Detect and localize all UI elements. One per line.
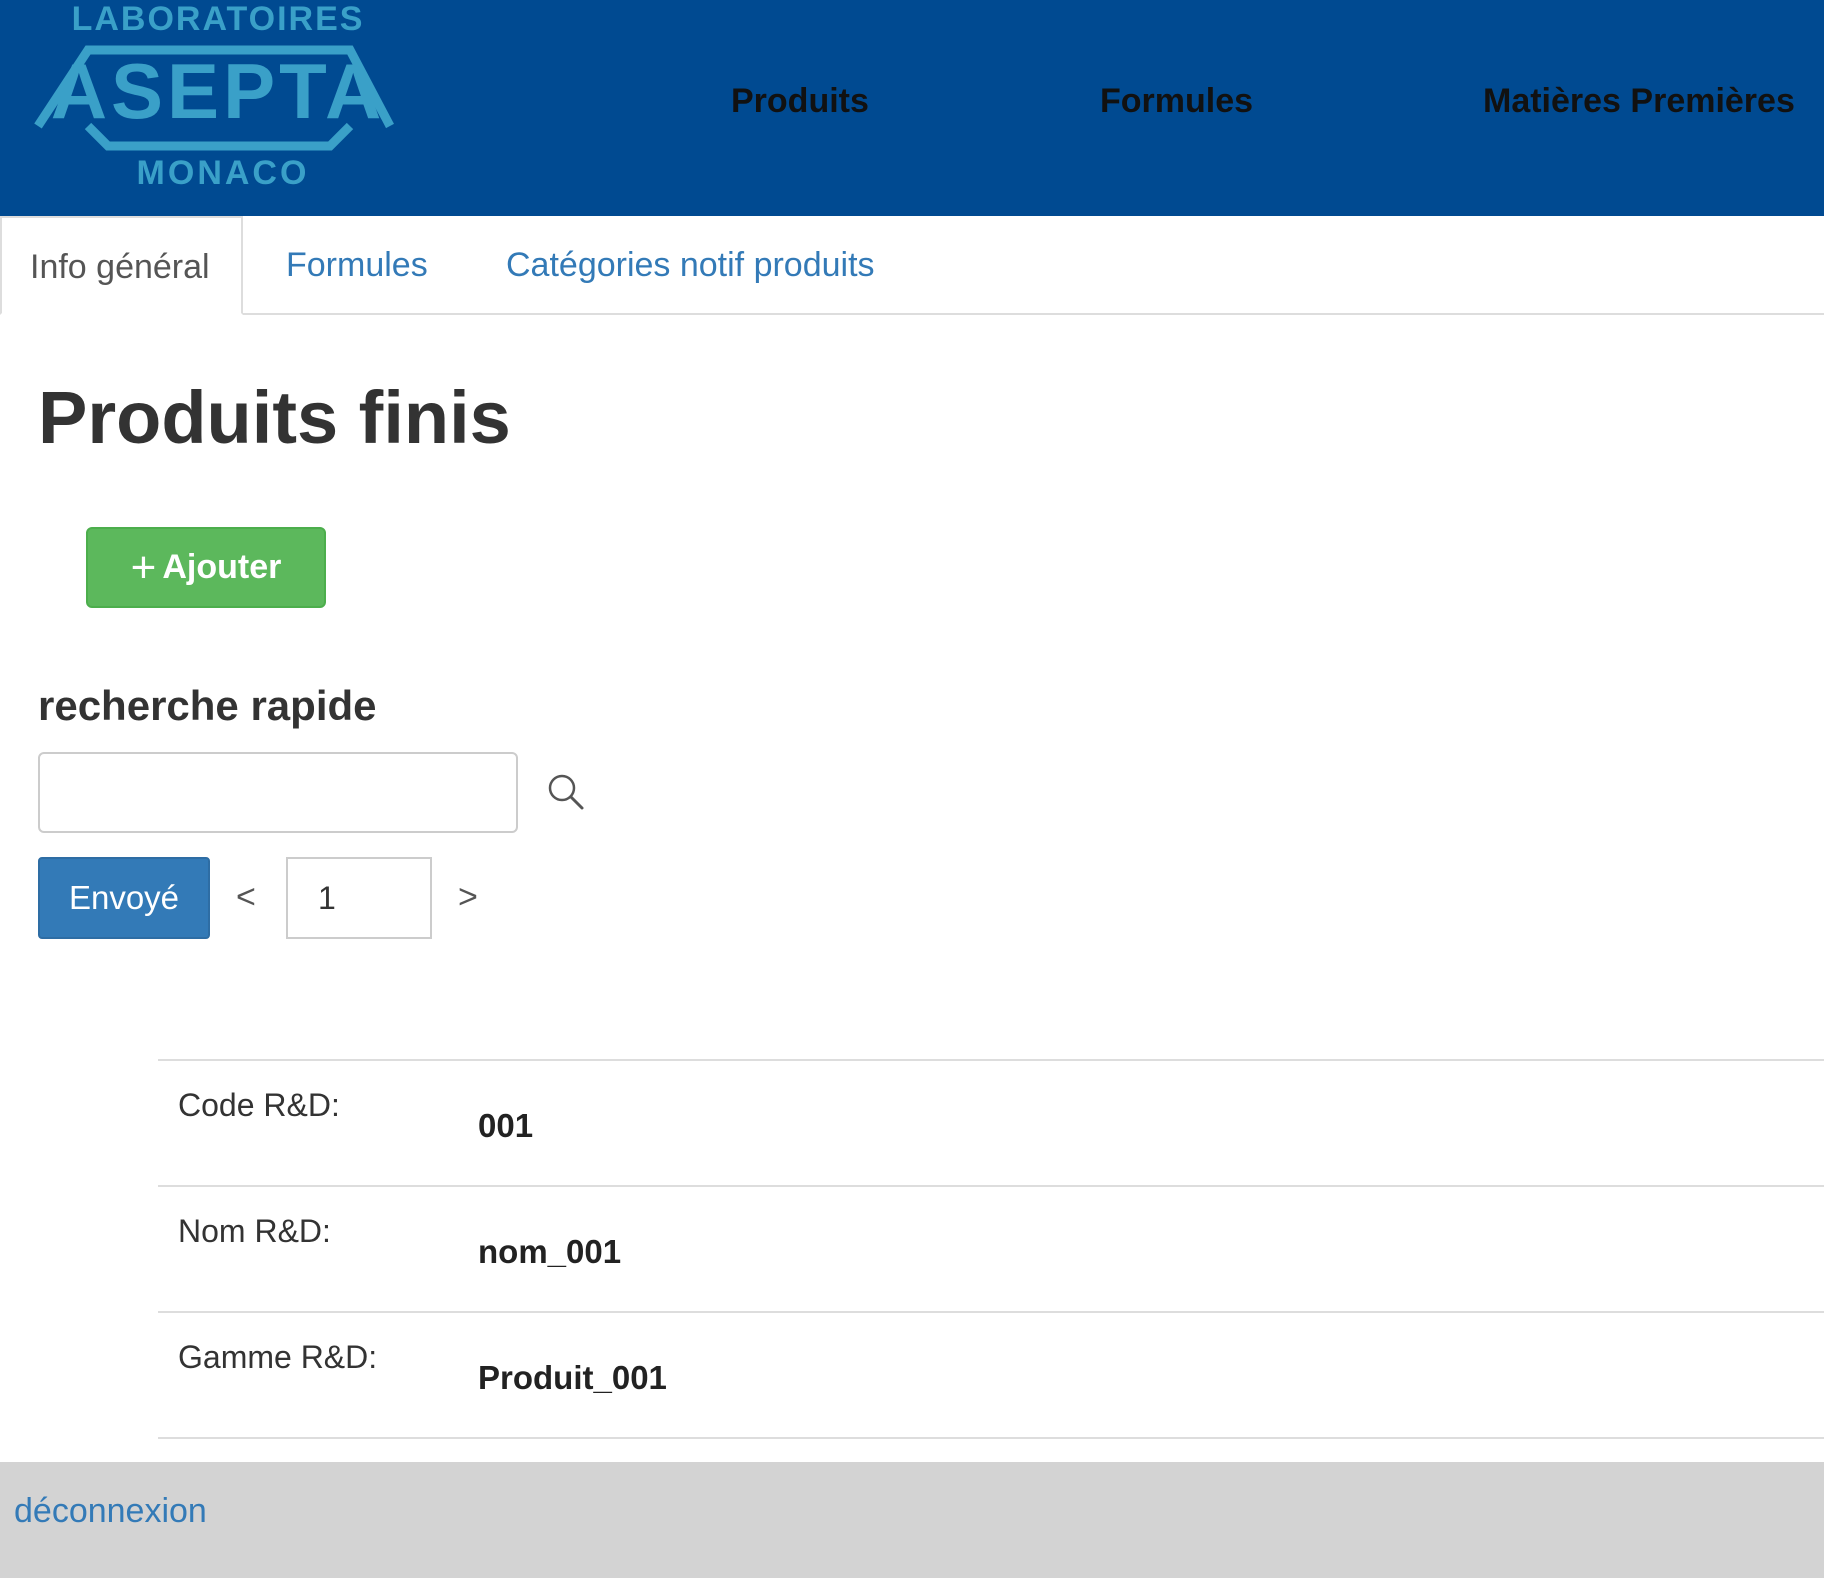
detail-row-code: Code R&D: 001 <box>158 1061 1824 1187</box>
logo-main-text: ASEPTA <box>51 47 386 135</box>
tab-info-general[interactable]: Info général <box>0 216 243 315</box>
search-input[interactable] <box>38 752 518 833</box>
search-icon[interactable] <box>546 772 586 812</box>
logo-top-text: LABORATOIRES <box>72 0 365 38</box>
header-bar: LABORATOIRES ASEPTA MONACO Produits Form… <box>0 0 1824 216</box>
page-title: Produits finis <box>38 376 511 459</box>
tab-bar: Info général Formules Catégories notif p… <box>0 216 1824 315</box>
add-button[interactable]: + Ajouter <box>86 527 326 608</box>
detail-value: nom_001 <box>478 1233 622 1270</box>
send-button[interactable]: Envoyé <box>38 857 210 939</box>
add-button-label: Ajouter <box>162 548 282 586</box>
tab-categories-notif-produits[interactable]: Catégories notif produits <box>506 216 875 315</box>
next-page-button[interactable]: > <box>458 878 478 917</box>
detail-label: Gamme R&D: <box>178 1339 378 1375</box>
quick-search-title: recherche rapide <box>38 682 377 729</box>
plus-icon: + <box>130 542 157 592</box>
page-number-input[interactable] <box>286 857 432 939</box>
detail-label: Code R&D: <box>178 1087 340 1123</box>
nav-matieres-premieres[interactable]: Matières Premières <box>1483 82 1795 121</box>
detail-value: 001 <box>478 1107 534 1144</box>
logo-bottom-text: MONACO <box>137 154 310 192</box>
product-details-table: Code R&D: 001 Nom R&D: nom_001 Gamme R&D… <box>158 1059 1824 1439</box>
logout-link[interactable]: déconnexion <box>14 1492 207 1531</box>
detail-label: Nom R&D: <box>178 1213 331 1249</box>
detail-row-gamme: Gamme R&D: Produit_001 <box>158 1313 1824 1439</box>
detail-value: Produit_001 <box>478 1359 667 1396</box>
nav-produits[interactable]: Produits <box>731 82 869 121</box>
previous-page-button[interactable]: < <box>236 878 256 917</box>
send-button-label: Envoyé <box>68 879 180 916</box>
tab-formules[interactable]: Formules <box>286 216 428 315</box>
footer-bar: déconnexion <box>0 1462 1824 1578</box>
detail-row-nom: Nom R&D: nom_001 <box>158 1187 1824 1313</box>
asepta-logo[interactable]: LABORATOIRES ASEPTA MONACO <box>0 0 440 200</box>
nav-formules[interactable]: Formules <box>1100 82 1253 121</box>
